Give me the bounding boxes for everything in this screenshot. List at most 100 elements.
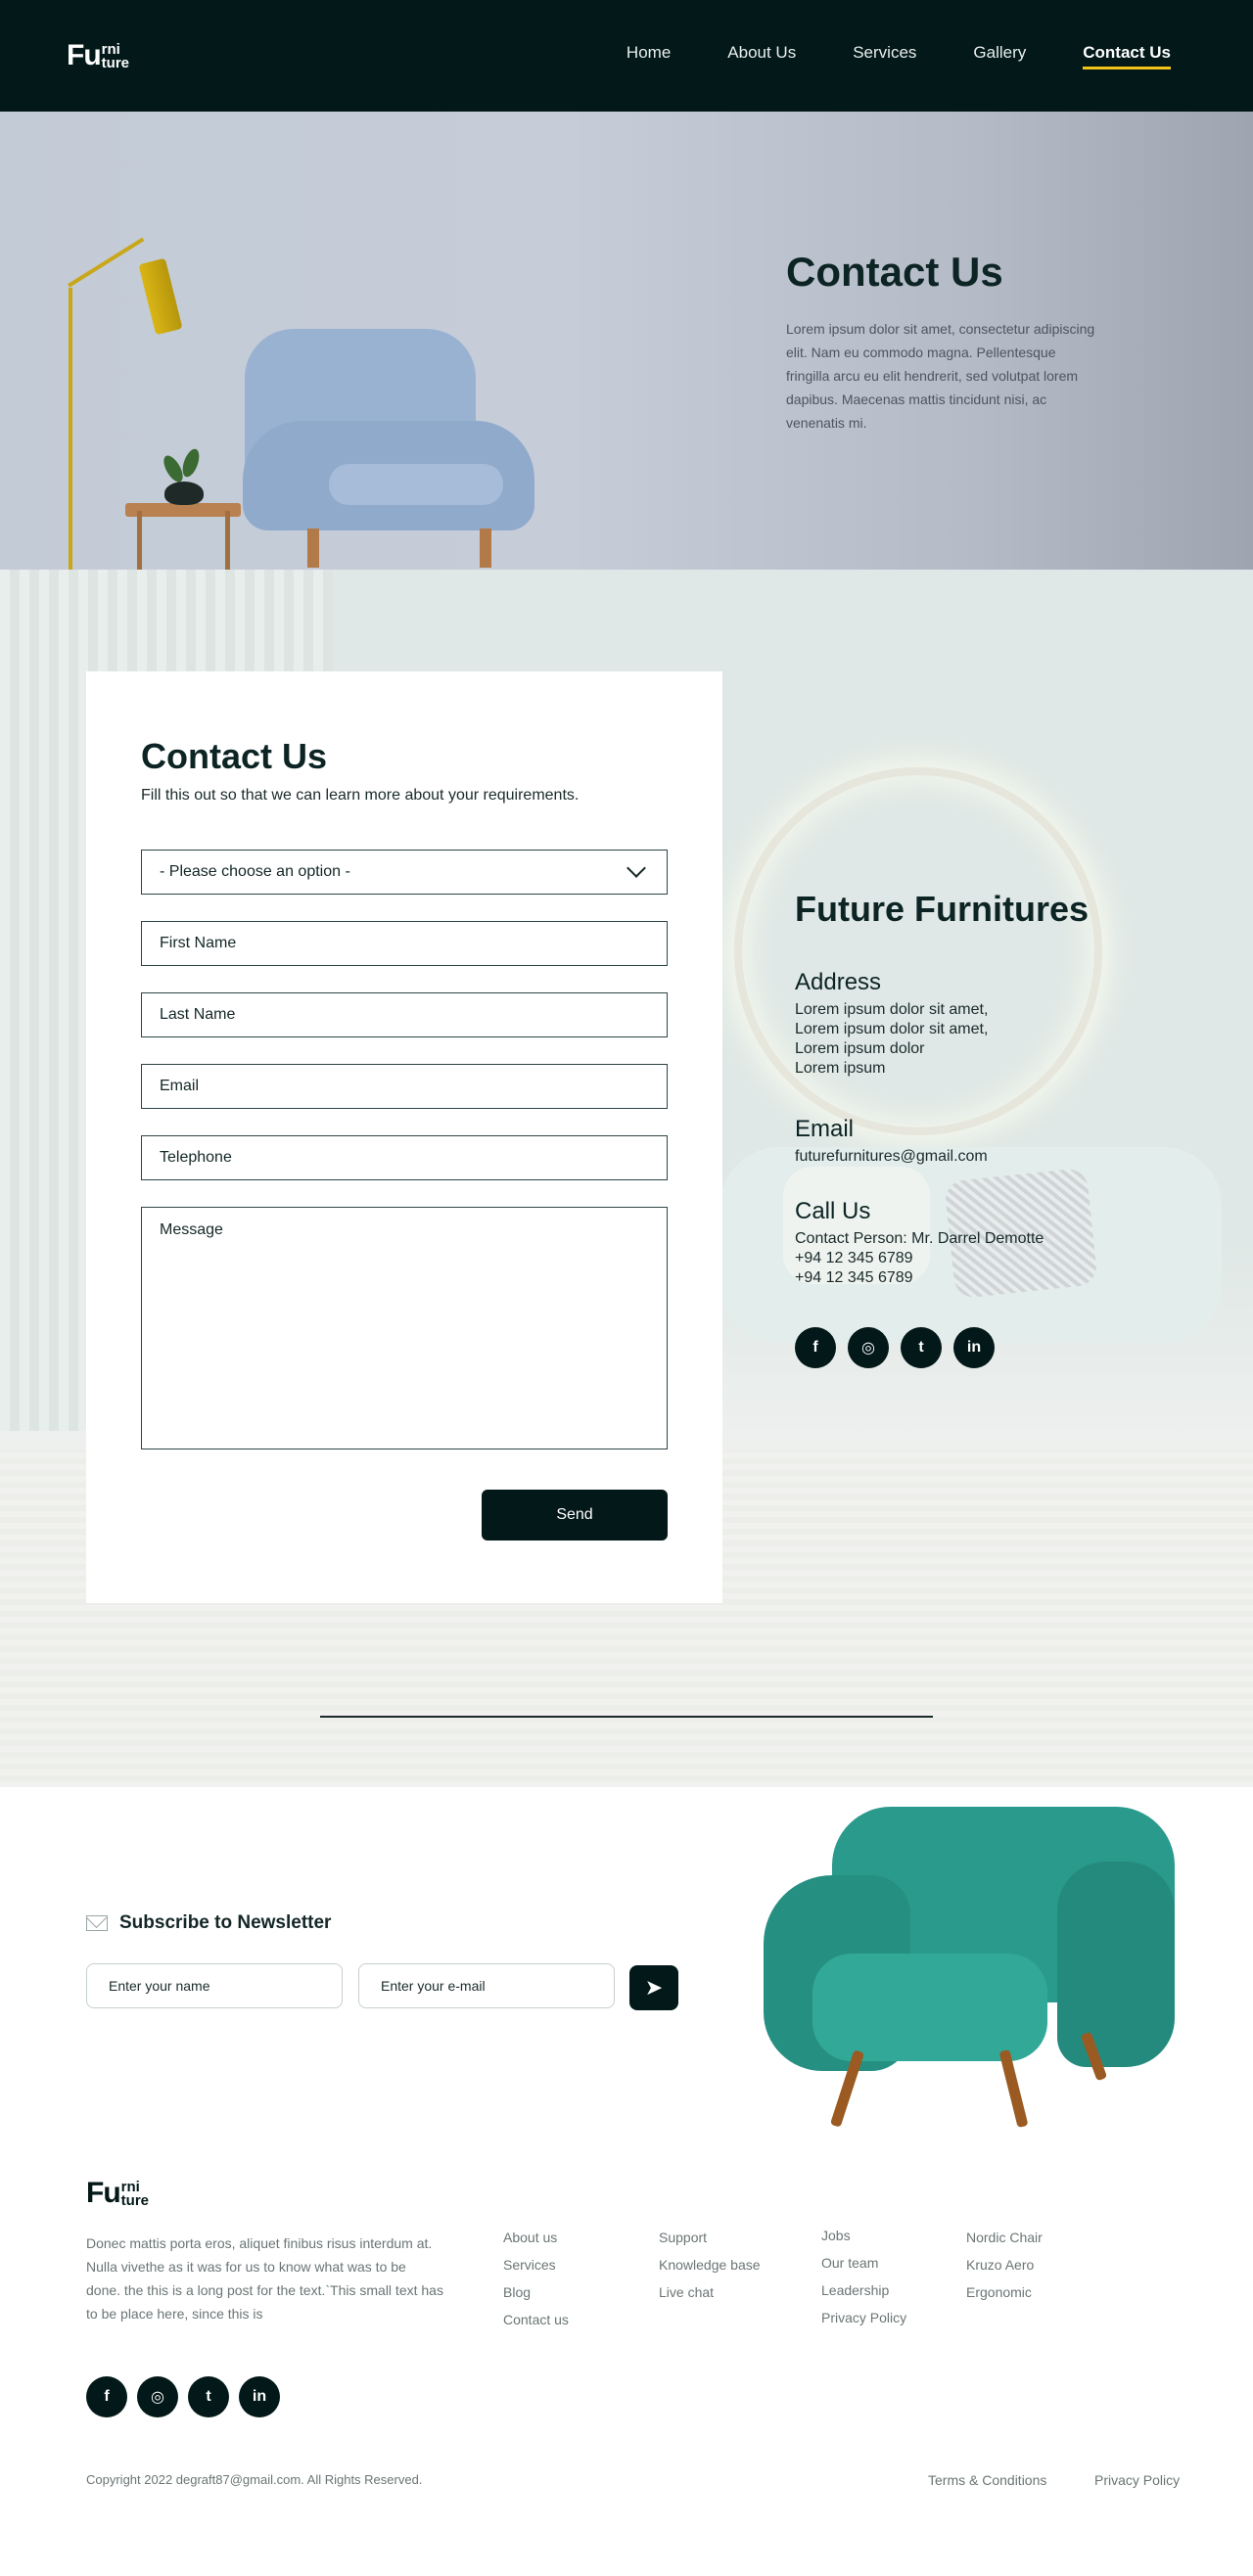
armchair-leg — [480, 529, 491, 568]
privacy-link[interactable]: Privacy Policy — [1094, 2472, 1180, 2488]
footer-logo[interactable]: Fu rni ture — [86, 2177, 149, 2210]
last-name-placeholder: Last Name — [160, 1006, 236, 1023]
chevron-down-icon — [626, 858, 646, 878]
address-line: Lorem ipsum dolor sit amet, — [795, 1001, 989, 1018]
footer-link[interactable]: Jobs — [821, 2228, 906, 2243]
teal-chair-arm — [1057, 1862, 1175, 2067]
nav-services[interactable]: Services — [853, 43, 916, 69]
nav-contact-us[interactable]: Contact Us — [1083, 43, 1171, 69]
mail-icon — [86, 1915, 108, 1931]
phone-number[interactable]: +94 12 345 6789 — [795, 1268, 1186, 1288]
terms-link[interactable]: Terms & Conditions — [928, 2472, 1046, 2488]
email-block: Email futurefurnitures@gmail.com — [795, 1116, 1186, 1167]
nav-about-us[interactable]: About Us — [727, 43, 796, 69]
hero-description: Lorem ipsum dolor sit amet, consectetur … — [786, 321, 1095, 431]
nav-home[interactable]: Home — [626, 43, 671, 69]
send-button[interactable]: Send — [482, 1490, 668, 1541]
last-name-field[interactable]: Last Name — [141, 992, 668, 1037]
teal-chair-seat — [812, 1954, 1047, 2061]
footer-link[interactable]: Nordic Chair — [966, 2230, 1043, 2245]
footer-link[interactable]: Support — [659, 2230, 761, 2245]
first-name-placeholder: First Name — [160, 935, 237, 951]
linkedin-icon[interactable]: in — [953, 1327, 995, 1368]
email-address[interactable]: futurefurnitures@gmail.com — [795, 1147, 1186, 1167]
armchair-leg — [307, 529, 319, 568]
copyright-text: Copyright 2022 degraft87@gmail.com. All … — [86, 2472, 423, 2487]
contact-section: Contact Us Fill this out so that we can … — [0, 570, 1253, 1787]
contact-form-card: Contact Us Fill this out so that we can … — [86, 671, 722, 1603]
call-title: Call Us — [795, 1198, 871, 1224]
hero-text: Contact Us Lorem ipsum dolor sit amet, c… — [786, 249, 1099, 435]
footer-link[interactable]: Blog — [503, 2284, 569, 2300]
footer-link[interactable]: Contact us — [503, 2312, 569, 2327]
contact-person: Contact Person: Mr. Darrel Demotte — [795, 1230, 1044, 1247]
newsletter-name-placeholder: Enter your name — [109, 1978, 210, 1994]
paper-plane-icon: ➤ — [644, 1975, 664, 2000]
address-line: Lorem ipsum dolor sit amet, — [795, 1021, 989, 1037]
newsletter-email-input[interactable]: Enter your e-mail — [358, 1963, 615, 2008]
hero-title: Contact Us — [786, 249, 1003, 295]
hero-banner: Contact Us Lorem ipsum dolor sit amet, c… — [0, 112, 1253, 570]
lamp-arm — [67, 237, 145, 288]
instagram-icon[interactable]: ◎ — [137, 2376, 178, 2417]
email-title: Email — [795, 1116, 855, 1142]
footer-description: Donec mattis porta eros, aliquet finibus… — [86, 2235, 443, 2322]
twitter-icon[interactable]: t — [188, 2376, 229, 2417]
address-line: Lorem ipsum dolor — [795, 1040, 925, 1057]
footer-links-products: Nordic Chair Kruzo Aero Ergonomic — [966, 2230, 1043, 2300]
contact-social-links: f ◎ t in — [795, 1327, 1186, 1368]
logo-big-text: Fu — [67, 39, 102, 71]
newsletter-title: Subscribe to Newsletter — [119, 1912, 332, 1933]
footer-link[interactable]: Leadership — [821, 2282, 906, 2298]
footer-links-company: About us Services Blog Contact us — [503, 2230, 569, 2327]
footer-link[interactable]: Ergonomic — [966, 2284, 1043, 2300]
footer-link[interactable]: Knowledge base — [659, 2257, 761, 2273]
form-title: Contact Us — [141, 736, 328, 776]
side-table — [125, 503, 241, 517]
logo-stack: rni ture — [101, 42, 129, 71]
newsletter-section: Subscribe to Newsletter Enter your name … — [0, 1787, 1253, 2169]
newsletter-submit-button[interactable]: ➤ — [629, 1965, 678, 2010]
footer-link[interactable]: Privacy Policy — [821, 2310, 906, 2325]
twitter-icon[interactable]: t — [901, 1327, 942, 1368]
address-line: Lorem ipsum — [795, 1060, 886, 1077]
section-divider — [320, 1716, 933, 1718]
logo-bottom-text: ture — [120, 2192, 149, 2209]
footer-link[interactable]: Our team — [821, 2255, 906, 2271]
site-footer: Fu rni ture Donec mattis porta eros, ali… — [0, 2169, 1253, 2492]
brand-logo[interactable]: Fu rni ture — [67, 39, 129, 72]
newsletter-name-input[interactable]: Enter your name — [86, 1963, 343, 2008]
lamp-head — [138, 257, 183, 336]
teal-chair-leg — [998, 2048, 1029, 2129]
first-name-field[interactable]: First Name — [141, 921, 668, 966]
telephone-placeholder: Telephone — [160, 1149, 232, 1166]
main-nav: Home About Us Services Gallery Contact U… — [626, 43, 1171, 69]
instagram-icon[interactable]: ◎ — [848, 1327, 889, 1368]
footer-link[interactable]: Services — [503, 2257, 569, 2273]
armchair-cushion — [329, 464, 503, 505]
address-block: Address Lorem ipsum dolor sit amet, Lore… — [795, 969, 1186, 1079]
phone-number[interactable]: +94 12 345 6789 — [795, 1249, 1186, 1268]
linkedin-icon[interactable]: in — [239, 2376, 280, 2417]
footer-link[interactable]: Live chat — [659, 2284, 761, 2300]
footer-link[interactable]: Kruzo Aero — [966, 2257, 1043, 2273]
logo-stack: rni ture — [120, 2180, 149, 2209]
telephone-field[interactable]: Telephone — [141, 1135, 668, 1180]
plant-leaf — [179, 446, 203, 480]
message-placeholder: Message — [160, 1221, 223, 1238]
logo-bottom-text: ture — [101, 55, 129, 71]
nav-gallery[interactable]: Gallery — [973, 43, 1026, 69]
facebook-icon[interactable]: f — [86, 2376, 127, 2417]
footer-social-links: f ◎ t in — [86, 2376, 280, 2417]
option-select[interactable]: - Please choose an option - — [141, 850, 668, 895]
top-navbar: Fu rni ture Home About Us Services Galle… — [0, 0, 1253, 112]
email-field[interactable]: Email — [141, 1064, 668, 1109]
email-placeholder: Email — [160, 1078, 200, 1094]
footer-link[interactable]: About us — [503, 2230, 569, 2245]
option-select-value: - Please choose an option - — [160, 863, 350, 880]
facebook-icon[interactable]: f — [795, 1327, 836, 1368]
address-title: Address — [795, 969, 882, 995]
form-subtitle: Fill this out so that we can learn more … — [141, 787, 580, 804]
message-field[interactable]: Message — [141, 1207, 668, 1449]
newsletter-email-placeholder: Enter your e-mail — [381, 1978, 486, 1994]
